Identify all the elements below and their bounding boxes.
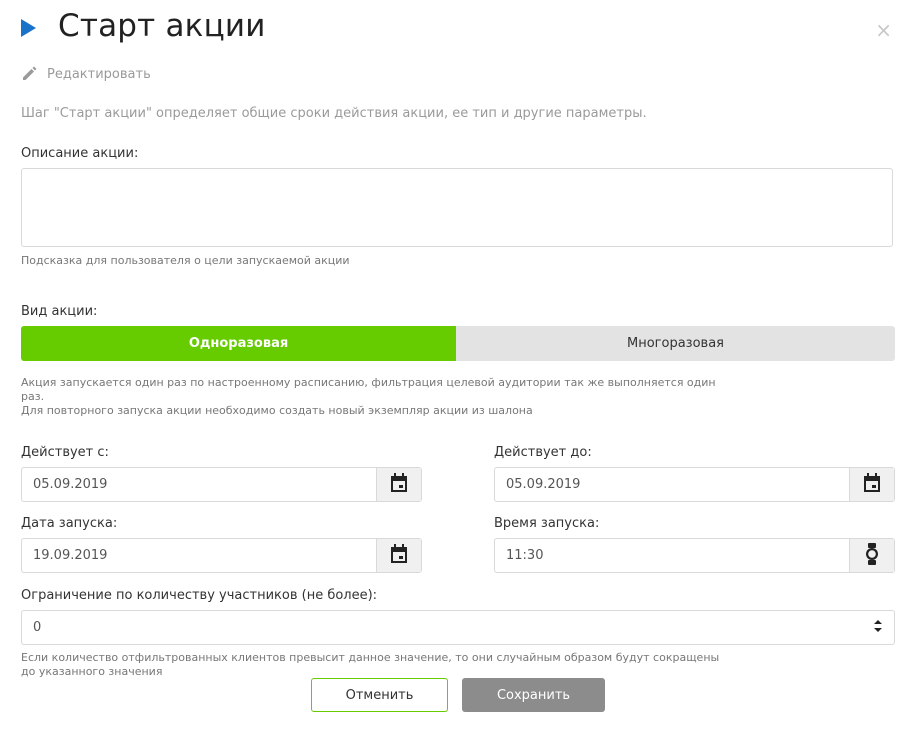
close-icon[interactable]: × [875, 20, 892, 40]
limit-hint-line2: до указанного значения [21, 665, 163, 678]
active-from-label: Действует с: [21, 445, 109, 460]
header-arrow-icon [21, 19, 36, 37]
calendar-icon [390, 472, 408, 497]
launch-date-calendar-button[interactable] [376, 539, 421, 572]
save-button[interactable]: Сохранить [462, 678, 605, 712]
watch-icon [865, 542, 879, 569]
launch-time-clock-button[interactable] [849, 539, 894, 572]
active-from-input[interactable]: 05.09.2019 [22, 468, 376, 501]
launch-date-input[interactable]: 19.09.2019 [22, 539, 376, 572]
type-hint-line2: раз. [21, 390, 45, 403]
type-label: Вид акции: [21, 304, 98, 319]
type-option-recurring[interactable]: Многоразовая [456, 326, 895, 361]
limit-stepper[interactable] [862, 611, 894, 644]
launch-date-field: 19.09.2019 [21, 538, 422, 573]
stepper-icon [873, 618, 883, 638]
edit-label: Редактировать [47, 66, 151, 82]
type-option-onetime[interactable]: Одноразовая [21, 326, 456, 361]
edit-button[interactable]: Редактировать [21, 63, 151, 85]
type-hint-line3: Для повторного запуска акции необходимо … [21, 404, 533, 417]
page-title: Старт акции [58, 8, 266, 44]
description-label: Описание акции: [21, 146, 139, 161]
limit-label: Ограничение по количеству участников (не… [21, 588, 378, 603]
intro-text: Шаг "Старт акции" определяет общие сроки… [21, 106, 647, 121]
cancel-button[interactable]: Отменить [311, 678, 448, 712]
active-to-field: 05.09.2019 [494, 467, 895, 502]
pencil-icon [21, 63, 39, 85]
limit-field: 0 [21, 610, 895, 645]
active-from-field: 05.09.2019 [21, 467, 422, 502]
launch-time-field: 11:30 [494, 538, 895, 573]
type-toggle: Одноразовая Многоразовая [21, 326, 895, 361]
launch-time-label: Время запуска: [494, 516, 600, 531]
type-hint-line1: Акция запускается один раз по настроенно… [21, 376, 716, 389]
launch-time-input[interactable]: 11:30 [495, 539, 849, 572]
description-textarea[interactable] [21, 168, 893, 247]
active-to-calendar-button[interactable] [849, 468, 894, 501]
calendar-icon [390, 543, 408, 568]
limit-hint-line1: Если количество отфильтрованных клиентов… [21, 651, 720, 664]
active-to-input[interactable]: 05.09.2019 [495, 468, 849, 501]
calendar-icon [863, 472, 881, 497]
launch-date-label: Дата запуска: [21, 516, 118, 531]
active-to-label: Действует до: [494, 445, 592, 460]
limit-input[interactable]: 0 [22, 611, 862, 644]
active-from-calendar-button[interactable] [376, 468, 421, 501]
description-hint: Подсказка для пользователя о цели запуск… [21, 254, 350, 267]
